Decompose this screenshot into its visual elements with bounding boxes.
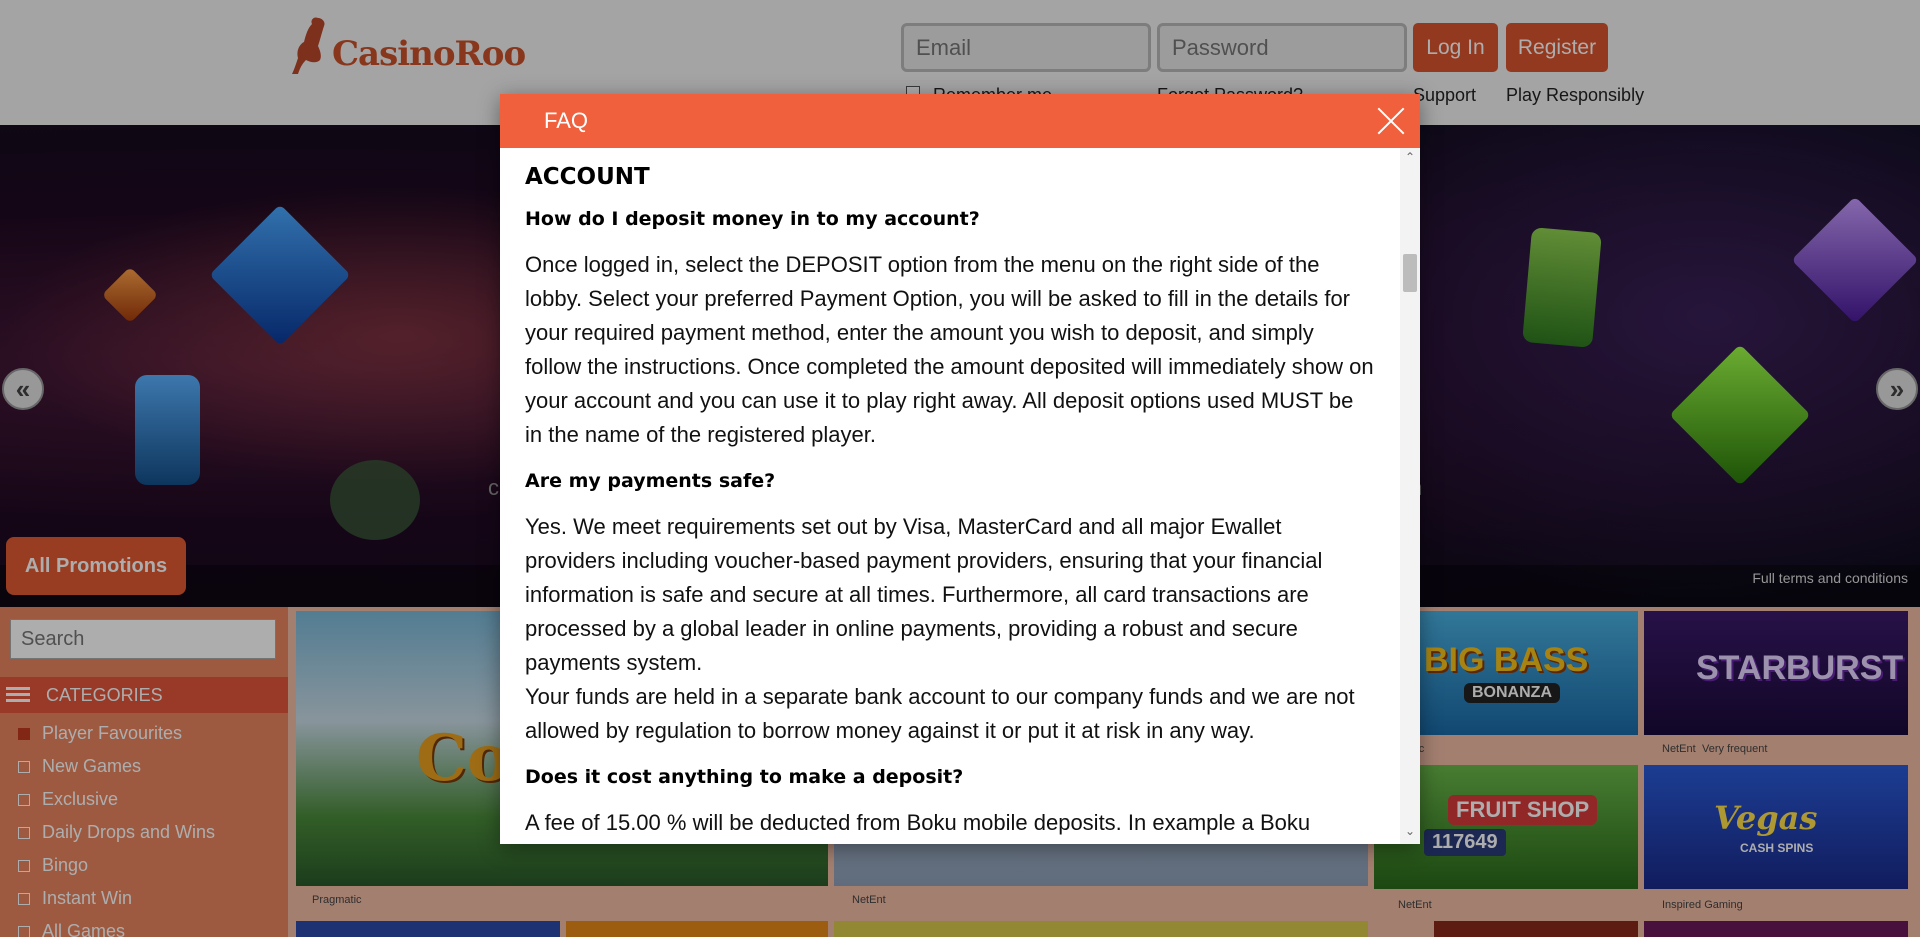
faq-section-heading: ACCOUNT xyxy=(525,164,650,190)
modal-header: FAQ xyxy=(500,94,1420,148)
modal-scrollbar[interactable]: ⌃ ⌄ xyxy=(1400,148,1420,844)
faq-question: Does it cost anything to make a deposit? xyxy=(525,766,964,788)
scroll-up-icon[interactable]: ⌃ xyxy=(1400,150,1420,168)
faq-answer: Yes. We meet requirements set out by Vis… xyxy=(525,514,1323,675)
scrollbar-thumb[interactable] xyxy=(1403,254,1417,292)
faq-question: How do I deposit money in to my account? xyxy=(525,208,980,230)
faq-question: Are my payments safe? xyxy=(525,470,776,492)
modal-title: FAQ xyxy=(544,108,589,133)
scroll-down-icon[interactable]: ⌄ xyxy=(1400,824,1420,842)
faq-answer: Once logged in, select the DEPOSIT optio… xyxy=(525,252,1374,447)
faq-modal: FAQ ACCOUNT How do I deposit money in to… xyxy=(500,94,1420,844)
close-icon[interactable] xyxy=(1376,106,1406,136)
faq-answer: Your funds are held in a separate bank a… xyxy=(525,684,1355,743)
faq-content[interactable]: ACCOUNT How do I deposit money in to my … xyxy=(500,148,1400,844)
faq-answer: A fee of 15.00 % will be deducted from B… xyxy=(525,810,1311,835)
